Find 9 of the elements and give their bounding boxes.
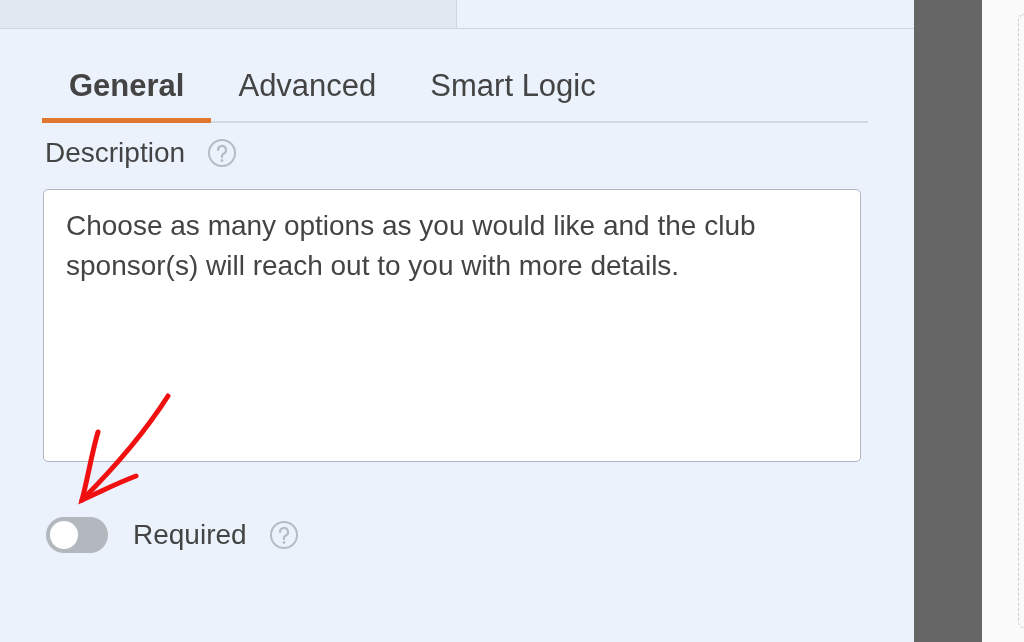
description-label: Description bbox=[45, 137, 186, 169]
tab[interactable]: General bbox=[42, 57, 212, 123]
tab[interactable]: Smart Logic bbox=[403, 57, 623, 123]
description-field[interactable]: Choose as many options as you would like and the club sponsor(s) will reach out to you with more details. bbox=[43, 189, 861, 462]
required-toggle[interactable] bbox=[46, 517, 108, 553]
help-icon[interactable] bbox=[268, 520, 299, 550]
help-icon[interactable] bbox=[207, 138, 238, 168]
tab[interactable]: Advanced bbox=[211, 57, 404, 123]
required-label: Required bbox=[133, 519, 247, 551]
